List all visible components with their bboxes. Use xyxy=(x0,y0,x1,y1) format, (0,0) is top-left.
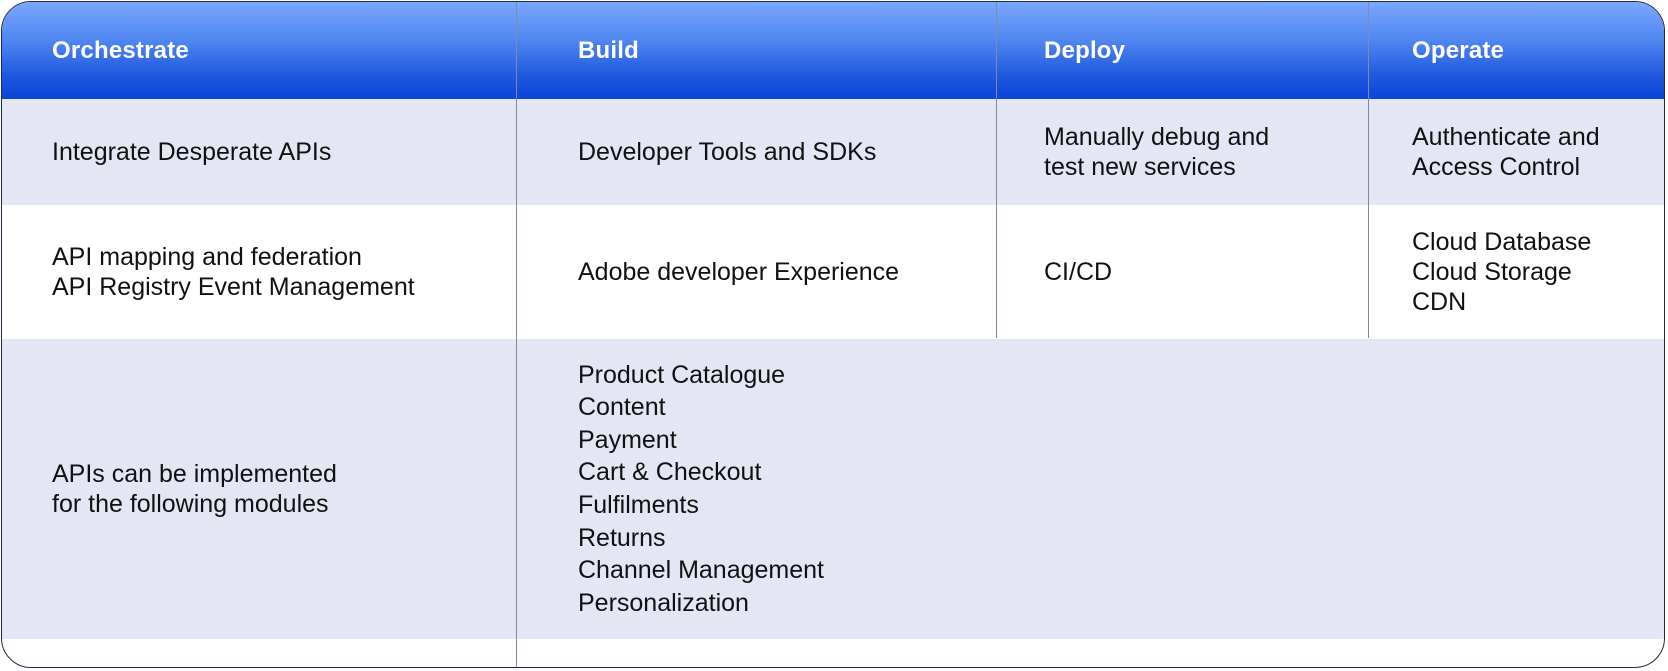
table-row: API mapping and federation API Registry … xyxy=(2,205,1664,339)
cell-build: Adobe developer Experience xyxy=(578,205,899,339)
cell-text: Manually debug and xyxy=(1044,123,1270,151)
cell-text: Integrate Desperate APIs xyxy=(52,138,332,166)
header-build: Build xyxy=(578,36,639,64)
cell-text: Authenticate and xyxy=(1412,123,1600,151)
cell-text: API Registry Event Management xyxy=(52,273,415,301)
column-divider xyxy=(516,2,517,667)
header-operate: Operate xyxy=(1412,36,1505,64)
cell-text: Developer Tools and SDKs xyxy=(578,138,877,166)
capabilities-table: Orchestrate Build Deploy Operate Integra… xyxy=(1,1,1665,668)
table-header: Orchestrate Build Deploy Operate xyxy=(2,2,1664,99)
cell-text: CDN xyxy=(1412,288,1467,316)
cell-text: for the following modules xyxy=(52,490,329,518)
column-divider xyxy=(1368,2,1369,338)
cell-operate: Authenticate and Access Control xyxy=(1412,99,1600,205)
cell-text: API mapping and federation xyxy=(52,243,362,271)
cell-orchestrate: APIs can be implemented for the followin… xyxy=(52,339,337,639)
cell-orchestrate: Integrate Desperate APIs xyxy=(52,99,331,205)
column-divider xyxy=(996,2,997,338)
module-item: Channel Management xyxy=(578,556,824,585)
cell-text: Adobe developer Experience xyxy=(578,258,900,286)
module-item: Payment xyxy=(578,425,677,454)
module-item: Content xyxy=(578,393,666,422)
module-item: Cart & Checkout xyxy=(578,458,762,487)
cell-text: Access Control xyxy=(1412,153,1581,181)
header-deploy: Deploy xyxy=(1044,36,1126,64)
cell-operate: Cloud Database Cloud Storage CDN xyxy=(1412,205,1591,339)
cell-text: Cloud Storage xyxy=(1412,258,1572,286)
module-item: Product Catalogue xyxy=(578,360,786,389)
cell-orchestrate: API mapping and federation API Registry … xyxy=(52,205,415,339)
table-row: APIs can be implemented for the followin… xyxy=(2,339,1664,639)
module-item: Fulfilments xyxy=(578,491,699,519)
module-item: Returns xyxy=(578,523,666,552)
table-row: Integrate Desperate APIs Developer Tools… xyxy=(2,99,1664,205)
module-item: Personalization xyxy=(578,588,749,617)
cell-modules: Product Catalogue Content Payment Cart &… xyxy=(578,339,824,639)
cell-build: Developer Tools and SDKs xyxy=(578,99,876,205)
header-orchestrate: Orchestrate xyxy=(52,36,189,64)
modules-list: Product Catalogue Content Payment Cart &… xyxy=(578,359,824,620)
cell-text: APIs can be implemented xyxy=(52,460,337,488)
cell-text: CI/CD xyxy=(1044,258,1113,286)
cell-text: test new services xyxy=(1044,153,1236,181)
cell-deploy: CI/CD xyxy=(1044,205,1112,339)
cell-text: Cloud Database xyxy=(1412,228,1592,256)
cell-deploy: Manually debug and test new services xyxy=(1044,99,1269,205)
